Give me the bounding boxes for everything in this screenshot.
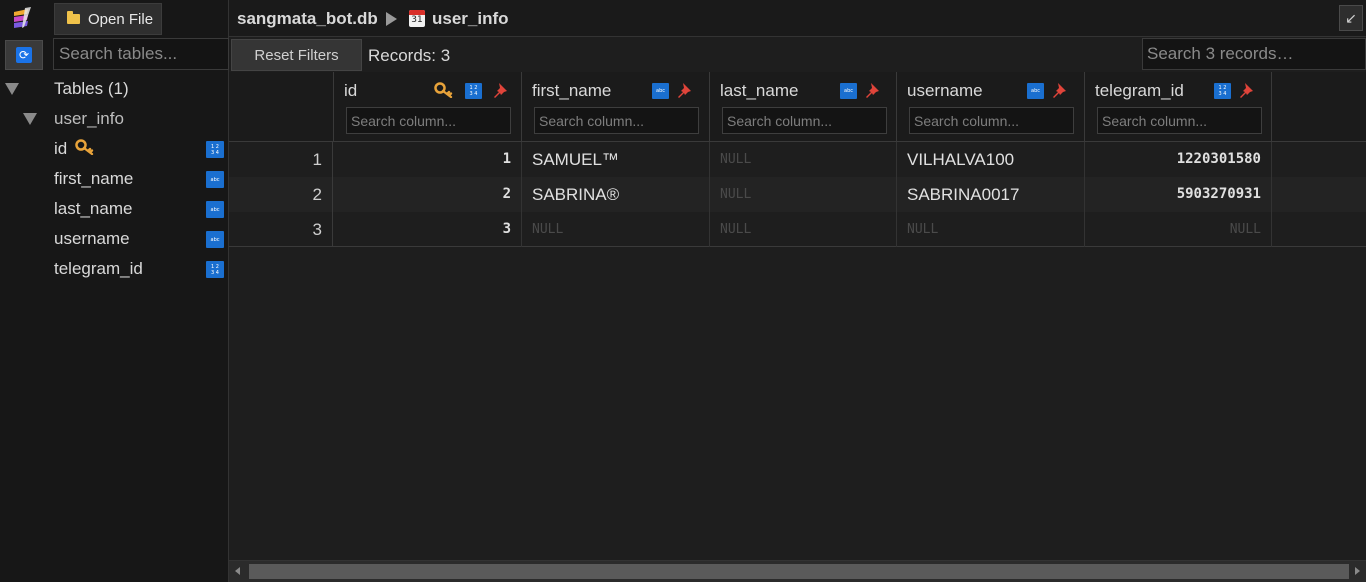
cell-last-name[interactable]: NULL <box>710 142 897 177</box>
text-type-icon: abc <box>840 83 857 99</box>
cell-id[interactable]: 1 <box>334 142 522 177</box>
header-bar: sangmata_bot.db 31 user_info ↙ <box>229 0 1366 37</box>
column-header-label: id <box>344 81 358 100</box>
table-calendar-icon: 31 <box>409 10 425 27</box>
reset-filters-button[interactable]: Reset Filters <box>231 39 362 71</box>
search-records-input[interactable] <box>1142 38 1366 70</box>
text-type-icon: abc <box>206 231 224 248</box>
cell-first-name[interactable]: SAMUEL™ <box>522 142 710 177</box>
column-search-input[interactable] <box>722 107 887 134</box>
search-tables-input[interactable] <box>53 38 229 70</box>
table-name-label: user_info <box>54 109 124 128</box>
column-name-label: username <box>54 229 130 248</box>
pin-icon[interactable] <box>677 82 693 100</box>
column-search-input[interactable] <box>534 107 699 134</box>
row-number-header <box>229 72 334 142</box>
reset-filters-label: Reset Filters <box>254 46 339 64</box>
cell-telegram-id[interactable]: 1220301580 <box>1085 142 1272 177</box>
records-count: Records: 3 <box>368 46 451 65</box>
cell-first-name[interactable]: NULL <box>522 212 710 247</box>
cell-id[interactable]: 2 <box>334 177 522 212</box>
cell-first-name[interactable]: SABRINA® <box>522 177 710 212</box>
pin-icon[interactable] <box>493 82 509 100</box>
scrollbar-thumb[interactable] <box>249 564 1349 579</box>
open-file-label: Open File <box>88 10 154 28</box>
tables-tree-header[interactable]: Tables (1) <box>0 75 229 103</box>
column-search-input[interactable] <box>909 107 1074 134</box>
pin-icon[interactable] <box>1052 82 1068 100</box>
cell-telegram-id[interactable]: 5903270931 <box>1085 177 1272 212</box>
horizontal-scrollbar[interactable] <box>229 560 1366 582</box>
sidebar-column-telegram-id[interactable]: telegram_id 1 23 4 <box>0 255 229 283</box>
sidebar-column-id[interactable]: id 1 23 4 <box>0 135 229 163</box>
header-filler <box>1272 72 1366 142</box>
folder-icon <box>67 11 80 24</box>
refresh-icon: ⟳ <box>16 47 32 63</box>
sidebar: Open File ⟳ Tables (1) user_info id 1 23… <box>0 0 229 582</box>
primary-key-icon <box>434 82 453 98</box>
row-number: 1 <box>229 142 333 177</box>
integer-type-icon: 1 23 4 <box>1214 83 1231 99</box>
text-type-icon: abc <box>652 83 669 99</box>
breadcrumb-separator-icon <box>386 12 397 26</box>
row-number: 3 <box>229 212 333 247</box>
column-header-label: first_name <box>532 81 612 100</box>
text-type-icon: abc <box>1027 83 1044 99</box>
app-logo-icon <box>14 7 31 28</box>
text-type-icon: abc <box>206 171 224 188</box>
column-header-telegram-id[interactable]: telegram_id 1 23 4 <box>1085 72 1272 142</box>
sidebar-item-user-info[interactable]: user_info <box>0 105 229 133</box>
cell-telegram-id[interactable]: NULL <box>1085 212 1272 247</box>
breadcrumb-table: user_info <box>432 9 509 28</box>
column-name-label: last_name <box>54 199 133 218</box>
primary-key-icon <box>75 139 94 155</box>
cell-username[interactable]: NULL <box>897 212 1085 247</box>
sidebar-column-first-name[interactable]: first_name abc <box>0 165 229 193</box>
integer-type-icon: 1 23 4 <box>465 83 482 99</box>
integer-type-icon: 1 23 4 <box>206 141 224 158</box>
column-name-label: id <box>54 139 68 158</box>
column-name-label: first_name <box>54 169 134 188</box>
integer-type-icon: 1 23 4 <box>206 261 224 278</box>
sidebar-column-last-name[interactable]: last_name abc <box>0 195 229 223</box>
table-row[interactable]: 2 2 SABRINA® NULL SABRINA0017 5903270931 <box>229 177 1366 212</box>
collapse-arrow-icon <box>23 113 37 125</box>
cell-username[interactable]: VILHALVA100 <box>897 142 1085 177</box>
refresh-button[interactable]: ⟳ <box>5 40 43 70</box>
column-header-last-name[interactable]: last_name abc <box>710 72 897 142</box>
sidebar-column-username[interactable]: username abc <box>0 225 229 253</box>
column-search-input[interactable] <box>346 107 511 134</box>
open-file-button[interactable]: Open File <box>54 3 162 35</box>
tables-header-label: Tables (1) <box>54 79 129 98</box>
pin-icon[interactable] <box>865 82 881 100</box>
collapse-arrow-icon <box>5 83 19 95</box>
cell-username[interactable]: SABRINA0017 <box>897 177 1085 212</box>
cell-last-name[interactable]: NULL <box>710 212 897 247</box>
cell-last-name[interactable]: NULL <box>710 177 897 212</box>
column-header-label: last_name <box>720 81 799 100</box>
pin-icon[interactable] <box>1239 82 1255 100</box>
data-grid: id 1 23 4 first_name abc last_name abc u… <box>229 72 1366 560</box>
table-row[interactable]: 1 1 SAMUEL™ NULL VILHALVA100 1220301580 <box>229 142 1366 177</box>
column-header-username[interactable]: username abc <box>897 72 1085 142</box>
text-type-icon: abc <box>206 201 224 218</box>
collapse-panel-button[interactable]: ↙ <box>1339 5 1363 31</box>
collapse-arrow-icon: ↙ <box>1345 10 1357 26</box>
cell-id[interactable]: 3 <box>334 212 522 247</box>
scroll-left-icon[interactable] <box>235 567 240 575</box>
scroll-right-icon[interactable] <box>1355 567 1360 575</box>
breadcrumb-database[interactable]: sangmata_bot.db <box>237 9 378 29</box>
column-search-input[interactable] <box>1097 107 1262 134</box>
column-header-first-name[interactable]: first_name abc <box>522 72 710 142</box>
table-row[interactable]: 3 3 NULL NULL NULL NULL <box>229 212 1366 247</box>
column-header-id[interactable]: id 1 23 4 <box>334 72 522 142</box>
row-number: 2 <box>229 177 333 212</box>
column-header-label: username <box>907 81 983 100</box>
column-header-label: telegram_id <box>1095 81 1184 100</box>
column-name-label: telegram_id <box>54 259 143 278</box>
